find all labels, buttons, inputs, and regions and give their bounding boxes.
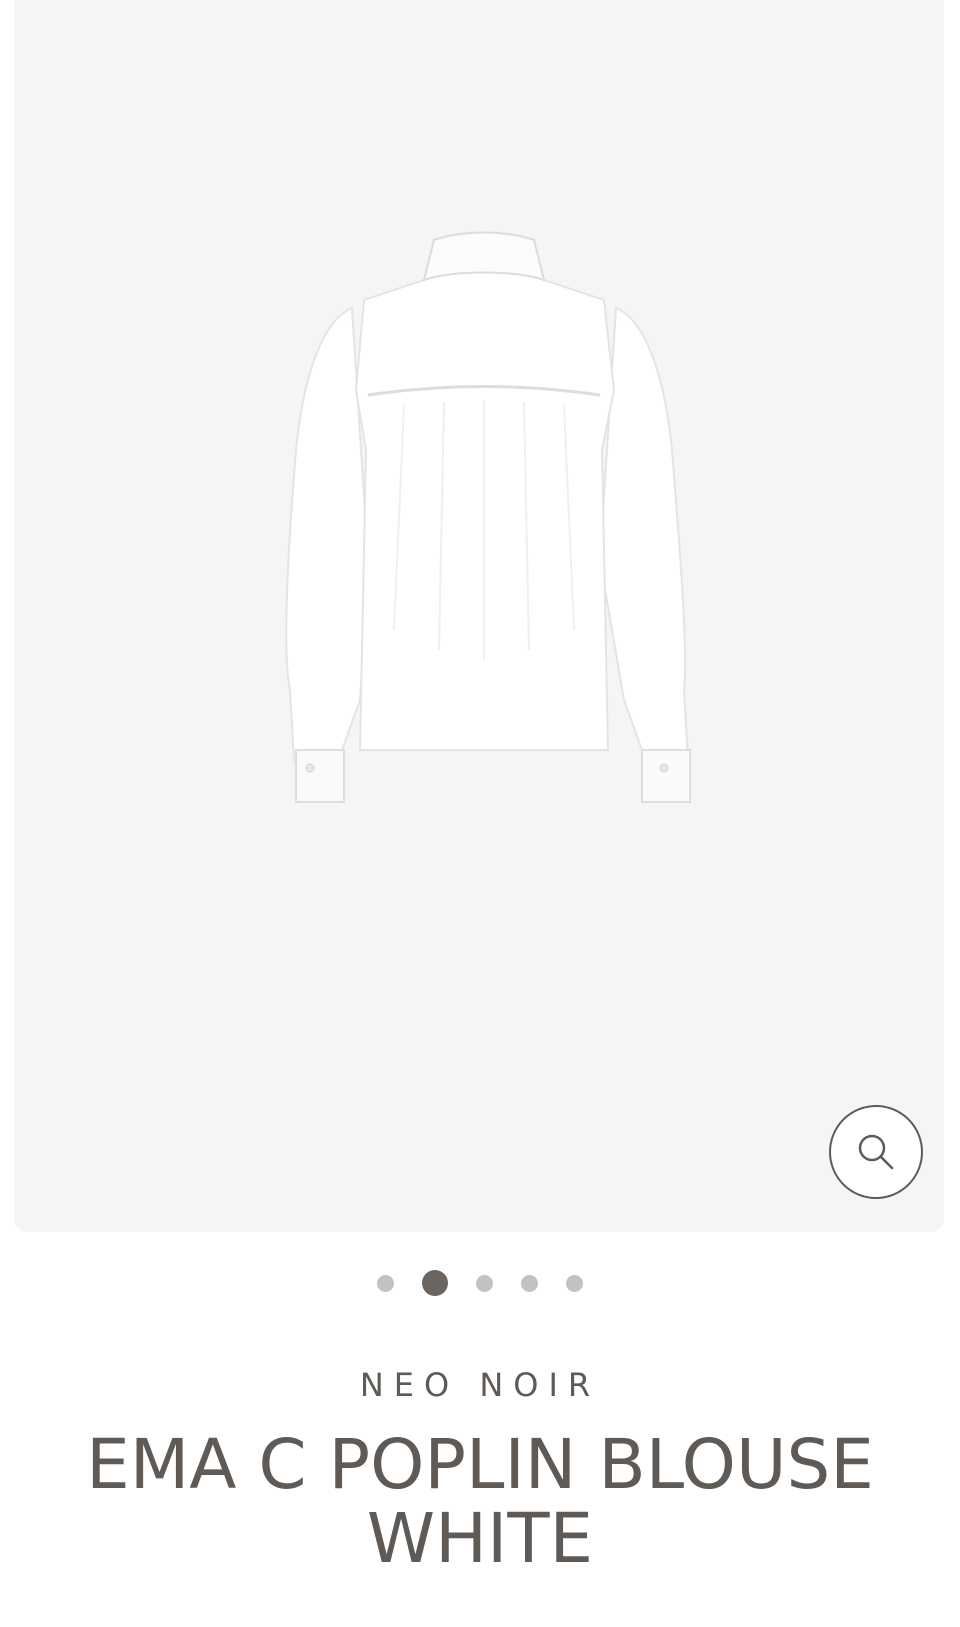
blouse-collar <box>422 231 546 282</box>
pagination-dot-1[interactable] <box>377 1274 394 1292</box>
magnifier-icon <box>858 1134 894 1170</box>
pagination-dot-2-active[interactable] <box>422 1270 448 1296</box>
product-image <box>285 231 691 803</box>
pagination-dot-5[interactable] <box>566 1274 583 1292</box>
product-gallery[interactable] <box>14 0 944 1232</box>
blouse-left-cuff <box>295 749 345 803</box>
pagination-dot-4[interactable] <box>521 1274 538 1292</box>
product-title-line-2: WHITE <box>366 1499 594 1579</box>
product-title: EMA C POPLIN BLOUSE WHITE <box>0 1428 960 1576</box>
zoom-button[interactable] <box>829 1105 923 1199</box>
gallery-pagination <box>0 1268 960 1298</box>
pagination-dot-3[interactable] <box>476 1274 493 1292</box>
product-title-line-1: EMA C POPLIN BLOUSE <box>86 1425 874 1505</box>
blouse-right-cuff <box>641 749 691 803</box>
product-brand[interactable]: NEO NOIR <box>0 1366 960 1404</box>
